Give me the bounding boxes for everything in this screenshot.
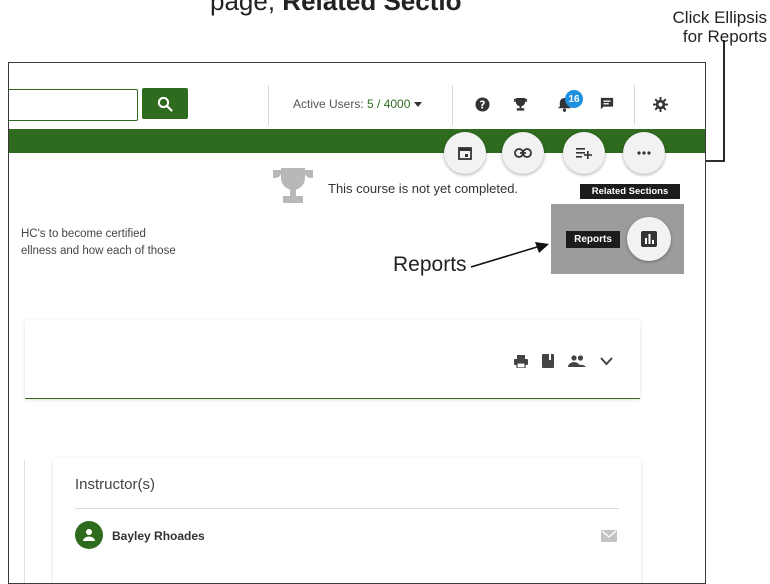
caption-bold-text: Related Sectio [282,0,462,16]
course-description-line: HC's to become certified [21,228,146,240]
caption-text: page, [210,0,283,16]
callout-line-1: Click Ellipsis [672,8,767,27]
ellipsis-icon [637,151,651,155]
book-icon[interactable] [542,354,554,368]
related-sections-tooltip: Related Sections [580,184,680,199]
gear-icon[interactable] [649,93,671,115]
course-description-line: ellness and how each of those [21,245,176,256]
calendar-icon [458,147,472,160]
search-button[interactable] [142,88,188,119]
avatar [75,521,103,549]
add-to-list-button[interactable] [563,132,605,174]
bar-chart-icon [641,231,657,247]
instructor-name[interactable]: Bayley Rhoades [112,529,205,543]
card-actions [514,354,613,368]
search-input[interactable] [9,89,138,121]
course-status-text: This course is not yet completed. [328,181,519,196]
svg-text:?: ? [479,99,485,111]
section-divider [24,460,25,583]
active-users-count: 5 / 4000 [367,97,411,111]
copy-link-button[interactable] [502,132,544,174]
screenshot-frame: Active Users: 5 / 4000 ? 16 This course … [8,62,706,584]
reports-annotation: Reports [393,253,467,276]
header-divider [268,85,269,125]
active-users-label: Active Users: [293,97,364,111]
trophy-icon[interactable] [509,93,531,115]
trophy-icon [273,168,313,203]
link-icon [514,148,532,158]
chevron-down-icon[interactable] [600,356,613,366]
help-icon[interactable]: ? [471,93,493,115]
active-users-dropdown[interactable]: Active Users: 5 / 4000 [293,97,422,111]
ellipsis-button[interactable] [623,132,665,174]
add-to-list-icon [576,148,592,159]
reports-arrow [470,242,549,268]
reports-tooltip: Reports [566,231,620,248]
caret-down-icon [413,102,422,107]
instructors-title: Instructor(s) [75,476,156,493]
search-icon [157,96,173,112]
tutorial-caption: page, Related Sectio [210,0,461,17]
notifications-badge: 16 [565,90,583,108]
calendar-button[interactable] [444,132,486,174]
header-divider [634,85,635,125]
mail-icon[interactable] [601,530,617,542]
group-icon[interactable] [568,355,586,367]
reports-button[interactable] [627,217,671,261]
user-icon [83,529,95,541]
print-icon[interactable] [514,354,528,368]
instructors-divider [75,508,619,509]
header-divider [452,85,453,125]
chat-icon[interactable] [596,93,618,115]
